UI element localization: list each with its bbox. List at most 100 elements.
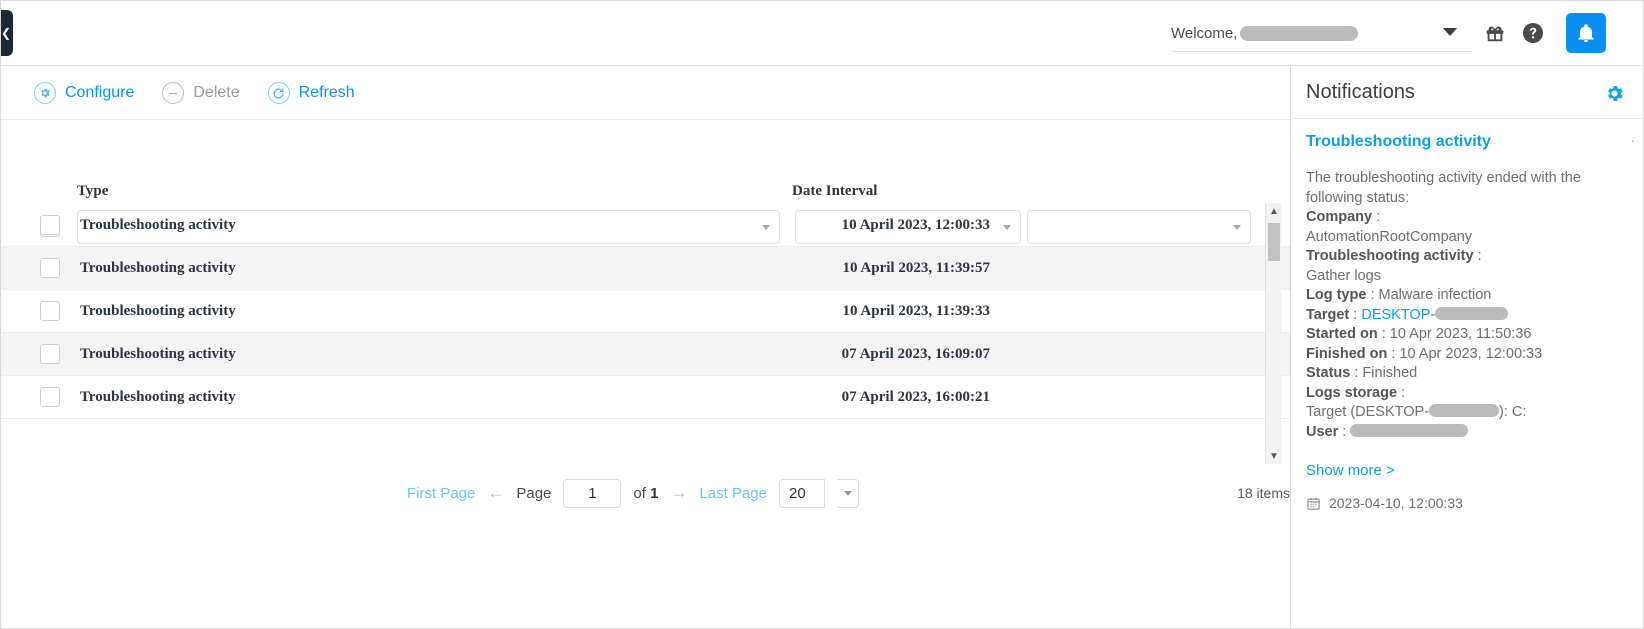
logs-storage-suffix: ): C: [1499,404,1526,420]
refresh-button[interactable]: Refresh [268,82,355,104]
refresh-label: Refresh [299,84,355,102]
row-type: Troubleshooting activity [80,389,740,406]
column-header-type: Type [77,183,108,200]
row-checkbox[interactable] [40,258,60,278]
items-count-label: 18 items [1190,485,1290,501]
row-checkbox[interactable] [40,344,60,364]
last-page-link[interactable]: Last Page [699,485,767,502]
sep: : [1366,287,1378,303]
page-label: Page [516,485,551,502]
sep: : [1474,248,1482,264]
started-value: 10 Apr 2023, 11:50:36 [1390,326,1532,342]
gear-circle-icon [34,82,56,104]
target-label: Target [1306,307,1349,323]
calendar-icon [1306,496,1321,511]
table-row[interactable]: Troubleshooting activity 07 April 2023, … [1,376,1290,419]
main-content: Configure Delete Refresh [1,67,1291,629]
sep: : [1350,365,1362,381]
chevron-down-icon [844,491,852,496]
delete-label: Delete [193,84,239,102]
help-circle-icon[interactable] [1519,19,1547,47]
gift-icon[interactable] [1481,19,1509,47]
next-page-arrow-icon[interactable]: → [670,483,687,503]
action-toolbar: Configure Delete Refresh [1,67,1290,120]
row-date: 07 April 2023, 16:09:07 [740,346,990,363]
row-type: Troubleshooting activity [80,303,740,320]
app-window: ❮ Welcome, [0,0,1644,629]
username-redacted [1240,26,1358,41]
target-redacted [1435,307,1508,320]
configure-button[interactable]: Configure [34,82,134,104]
pagination-bar: First Page ← Page 1 of 1 → Last Page 20 [1,471,1265,515]
row-date: 10 April 2023, 11:39:33 [740,303,990,320]
sep: : [1372,209,1380,225]
sep: : [1397,385,1405,401]
user-redacted [1350,424,1468,437]
finished-label: Finished on [1306,346,1387,362]
first-page-link[interactable]: First Page [407,485,475,502]
row-date: 07 April 2023, 16:00:21 [740,389,990,406]
status-label: Status [1306,365,1350,381]
logtype-value: Malware infection [1379,287,1492,303]
table-body[interactable]: Troubleshooting activity 10 April 2023, … [1,204,1290,457]
company-value: AutomationRootCompany [1306,229,1472,245]
sep: : [1338,424,1350,440]
page-size-dropdown-button[interactable] [837,479,859,508]
status-value: Finished [1362,365,1417,381]
target-value-link[interactable]: DESKTOP- [1361,307,1435,323]
sep: : [1349,307,1361,323]
sidebar-collapse-toggle[interactable]: ❮ [0,10,13,56]
table-row[interactable]: Troubleshooting activity 10 April 2023, … [1,247,1290,290]
user-menu[interactable]: Welcome, [1171,16,1471,52]
configure-label: Configure [65,84,134,102]
sep: : [1387,346,1399,362]
gear-icon[interactable] [1603,82,1625,104]
page-total-label: of 1 [633,485,658,502]
bell-icon [1575,22,1597,44]
notification-timestamp: 2023-04-10, 12:00:33 [1329,495,1463,511]
scrollbar-thumb[interactable] [1268,223,1280,261]
row-date: 10 April 2023, 12:00:33 [740,217,990,234]
intro-line-1: The troubleshooting activity ended [1306,170,1527,186]
row-type: Troubleshooting activity [80,346,740,363]
table-row[interactable]: Troubleshooting activity 10 April 2023, … [1,290,1290,333]
top-header: ❮ Welcome, [1,1,1643,66]
previous-page-arrow-icon[interactable]: ← [487,483,504,503]
notifications-title: Notifications [1306,81,1415,104]
row-date: 10 April 2023, 11:39:57 [740,260,990,277]
notification-collapse-button[interactable]: · [1631,133,1635,148]
show-more-link[interactable]: Show more > [1306,462,1627,479]
sep: : [1378,326,1390,342]
delete-button[interactable]: Delete [162,82,239,104]
row-checkbox[interactable] [40,215,60,235]
notifications-panel: Notifications · Troubleshooting activity… [1292,67,1643,629]
notifications-header: Notifications [1292,67,1643,119]
table-scrollbar[interactable]: ▲ ▼ [1265,203,1281,464]
notification-item: · Troubleshooting activity The troublesh… [1292,119,1643,629]
page-size-select[interactable]: 20 [779,479,825,508]
scroll-up-icon[interactable]: ▲ [1266,203,1282,219]
column-header-date-interval: Date Interval [792,183,877,200]
finished-value: 10 Apr 2023, 12:00:33 [1399,346,1542,362]
welcome-label: Welcome, [1171,25,1237,42]
table-row[interactable]: Troubleshooting activity 07 April 2023, … [1,333,1290,376]
scroll-down-icon[interactable]: ▼ [1266,448,1282,464]
row-type: Troubleshooting activity [80,260,740,277]
user-label: User [1306,424,1338,440]
page-number-input[interactable]: 1 [563,479,621,508]
notification-timestamp-row: 2023-04-10, 12:00:33 [1306,495,1627,511]
chevron-left-icon: ❮ [1,26,11,40]
logs-storage-prefix: Target (DESKTOP- [1306,404,1429,420]
notifications-bell-button[interactable] [1566,13,1606,53]
notification-body-text: The troubleshooting activity ended with … [1306,169,1627,442]
row-checkbox[interactable] [40,301,60,321]
refresh-circle-icon [268,82,290,104]
logtype-label: Log type [1306,287,1366,303]
logs-storage-redacted [1429,404,1499,417]
table-row[interactable]: Troubleshooting activity 10 April 2023, … [1,204,1290,247]
table-header: Type Date Interval [1,121,1290,214]
row-checkbox[interactable] [40,387,60,407]
notification-title[interactable]: Troubleshooting activity [1306,133,1627,151]
of-label: of [633,485,646,502]
chevron-down-icon[interactable] [1443,28,1457,36]
